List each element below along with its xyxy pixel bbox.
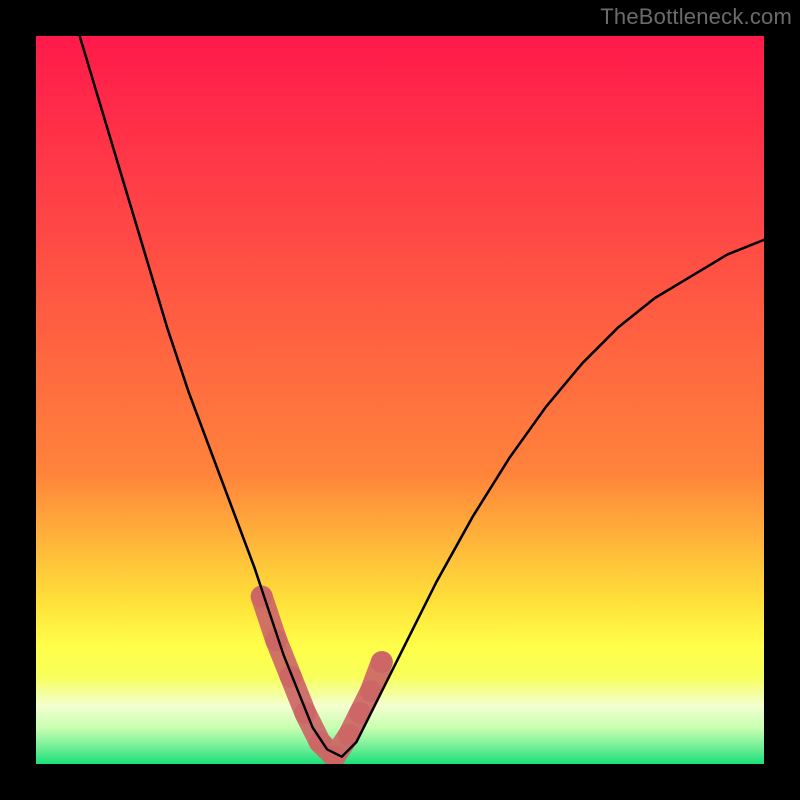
highlight-marker: [294, 702, 316, 724]
highlight-marker: [371, 651, 393, 673]
watermark-text: TheBottleneck.com: [600, 4, 792, 30]
highlight-marker: [280, 666, 302, 688]
bottleneck-chart: [36, 36, 764, 764]
plot-area: [36, 36, 764, 764]
chart-frame: TheBottleneck.com: [0, 0, 800, 800]
